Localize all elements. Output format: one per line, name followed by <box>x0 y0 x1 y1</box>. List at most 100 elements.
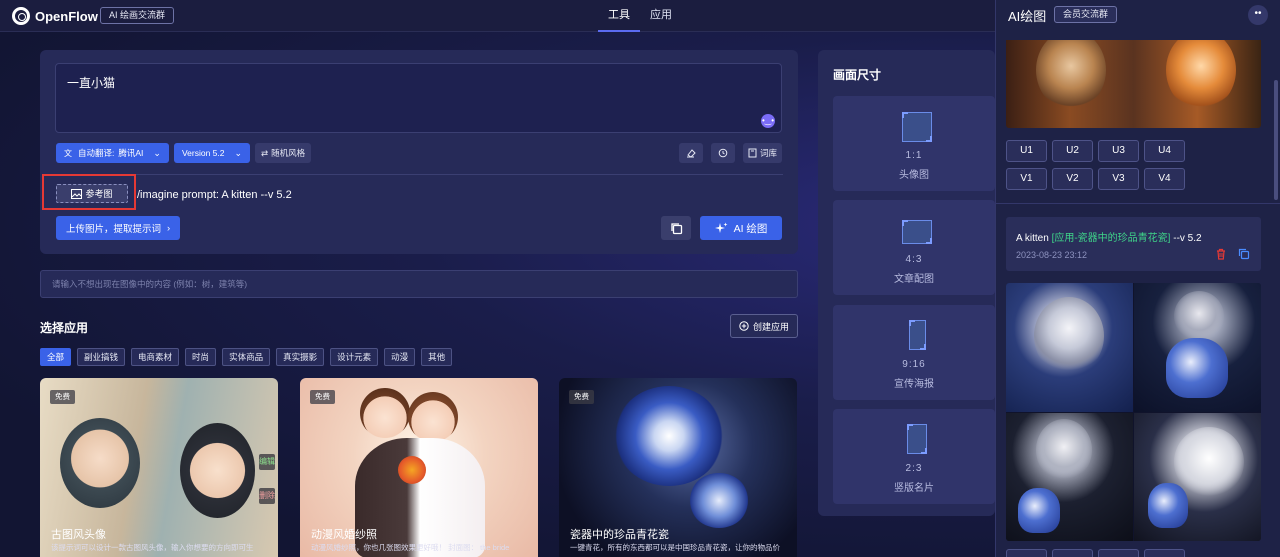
u3-button[interactable]: U3 <box>1098 140 1139 162</box>
v2-button[interactable]: V2 <box>1052 168 1093 190</box>
kitten-image <box>1036 418 1092 481</box>
card-illustration <box>408 392 458 442</box>
job-prompt-app-tag: [应用-瓷器中的珍品青花瓷] <box>1051 233 1171 244</box>
free-badge: 免费 <box>310 390 335 404</box>
chevron-down-icon: ⌄ <box>153 147 161 158</box>
v4-button[interactable]: V4 <box>1144 168 1185 190</box>
more-icon[interactable]: •• <box>1248 5 1268 25</box>
shuffle-icon: ⇄ <box>261 147 269 158</box>
app-name: 瓷器中的珍品青花瓷 <box>570 529 669 541</box>
job-card: A kitten [应用-瓷器中的珍品青花瓷] --v 5.2 2023-08-… <box>1006 217 1261 271</box>
kitten-image <box>1006 283 1133 412</box>
kitten-image <box>1034 297 1104 375</box>
category-side-hustle[interactable]: 副业搞钱 <box>77 348 126 366</box>
kitten-image <box>1174 426 1244 497</box>
category-products[interactable]: 实体商品 <box>222 348 271 366</box>
vase-image <box>1166 338 1228 398</box>
result-image-previous[interactable] <box>1006 40 1261 128</box>
app-description: 该提示词可以设计一款古图风头像，输入你想要的方向即可生 <box>51 543 254 552</box>
kitten-image <box>1134 412 1261 541</box>
translate-label: 自动翻译: <box>78 148 115 158</box>
category-other[interactable]: 其他 <box>421 348 453 366</box>
prompt-tools-row: 词库 <box>678 143 782 163</box>
ratio-name: 宣传海报 <box>894 379 934 390</box>
result-image-grid[interactable] <box>1006 283 1261 541</box>
reference-image-button[interactable]: 参考图 <box>56 184 128 203</box>
ratio-value: 9:16 <box>902 359 926 370</box>
plus-circle-icon <box>739 321 749 331</box>
category-anime[interactable]: 动漫 <box>384 348 416 366</box>
assistant-bot-icon[interactable]: •‿• <box>761 114 775 128</box>
ratio-value: 2:3 <box>905 463 923 474</box>
category-tabs: 全部 副业搞钱 电商素材 时尚 实体商品 真实摄影 设计元素 动漫 其他 <box>40 348 453 366</box>
history-icon <box>718 148 728 158</box>
size-option-9-16[interactable]: 9:16 宣传海报 <box>833 305 995 400</box>
random-style-button[interactable]: ⇄ 随机风格 <box>255 143 312 163</box>
category-photography[interactable]: 真实摄影 <box>276 348 325 366</box>
create-app-button[interactable]: 创建应用 <box>730 314 798 338</box>
action-button-partial[interactable] <box>1006 549 1047 557</box>
ai-group-button[interactable]: AI 绘画交流群 <box>100 7 175 24</box>
translate-engine: 腾讯AI <box>118 148 144 158</box>
edit-app-button[interactable]: 编辑 <box>259 454 275 470</box>
trash-icon[interactable] <box>1215 248 1227 260</box>
job-prompt: A kitten [应用-瓷器中的珍品青花瓷] --v 5.2 <box>1016 229 1202 244</box>
v3-button[interactable]: V3 <box>1098 168 1139 190</box>
upload-extract-button[interactable]: 上传图片，提取提示词 › <box>56 216 181 240</box>
size-option-2-3[interactable]: 2:3 竖版名片 <box>833 409 995 504</box>
nav-tab-apps[interactable]: 应用 <box>640 0 682 32</box>
app-card-porcelain[interactable]: 免费 瓷器中的珍品青花瓷 一键青花，所有的东西都可以是中国珍品青花瓷，让你的物品… <box>559 378 797 557</box>
prompt-input[interactable]: 一直小猫 •‿• <box>55 63 782 133</box>
u2-button[interactable]: U2 <box>1052 140 1093 162</box>
eraser-button[interactable] <box>678 143 703 163</box>
ratio-name: 文章配图 <box>894 274 934 285</box>
copy-button[interactable] <box>661 216 691 240</box>
apps-section-title: 选择应用 <box>40 321 89 335</box>
action-button-partial[interactable] <box>1144 549 1185 557</box>
nav-tab-tools[interactable]: 工具 <box>598 0 640 32</box>
app-card-ancient-avatar[interactable]: 免费 编辑 删除 古图风头像 该提示词可以设计一款古图风头像，输入你想要的方向即… <box>40 378 278 557</box>
drawer-scrollbar[interactable] <box>1274 80 1278 200</box>
size-panel-title: 画面尺寸 <box>833 68 882 82</box>
logo[interactable]: OpenFlow <box>12 7 98 25</box>
category-all[interactable]: 全部 <box>40 348 72 366</box>
prompt-options-row: 文 自动翻译: 腾讯AI ⌄ Version 5.2 ⌄ ⇄ 随机风格 <box>56 143 312 163</box>
action-button-partial[interactable] <box>1052 549 1093 557</box>
app-name: 古图风头像 <box>51 529 106 541</box>
job-prompt-suffix: --v 5.2 <box>1170 233 1202 244</box>
reference-image-highlight: 参考图 <box>42 174 136 210</box>
category-fashion[interactable]: 时尚 <box>185 348 217 366</box>
category-design[interactable]: 设计元素 <box>330 348 379 366</box>
sparkle-icon <box>714 222 728 233</box>
lexicon-button[interactable]: 词库 <box>742 143 782 163</box>
lexicon-label: 词库 <box>759 148 777 158</box>
app-card-anime-wedding[interactable]: 免费 动漫风婚纱照 动漫风婚纱照，你也几张图效果更好哦！ 封面图： the br… <box>300 378 538 557</box>
v1-button[interactable]: V1 <box>1006 168 1047 190</box>
translate-icon: 文 <box>64 148 72 158</box>
copy-icon[interactable] <box>1238 248 1250 260</box>
free-badge: 免费 <box>569 390 594 404</box>
action-button-partial[interactable] <box>1098 549 1139 557</box>
prompt-text: 一直小猫 <box>67 76 116 90</box>
size-option-1-1[interactable]: 1:1 头像图 <box>833 96 995 191</box>
member-group-button[interactable]: 会员交流群 <box>1054 6 1118 23</box>
card-illustration <box>614 386 724 486</box>
category-ecommerce[interactable]: 电商素材 <box>131 348 180 366</box>
u4-button[interactable]: U4 <box>1144 140 1185 162</box>
eraser-icon <box>686 149 696 158</box>
upscale-buttons: U1 U2 U3 U4 <box>1006 140 1185 162</box>
size-option-4-3[interactable]: 4:3 文章配图 <box>833 200 995 295</box>
u1-button[interactable]: U1 <box>1006 140 1047 162</box>
imagine-prompt-preview: /imagine prompt: A kitten --v 5.2 <box>137 189 292 201</box>
negative-prompt-input[interactable]: 请输入不想出现在图像中的内容 (例如：树，建筑等) <box>40 270 798 298</box>
version-select[interactable]: Version 5.2 ⌄ <box>173 143 251 163</box>
auto-translate-select[interactable]: 文 自动翻译: 腾讯AI ⌄ <box>56 143 169 163</box>
ai-draw-drawer: AI绘图 会员交流群 •• U1 U2 U3 U4 V1 V2 V3 V4 A … <box>995 0 1280 557</box>
delete-app-button[interactable]: 删除 <box>259 488 275 504</box>
prompt-card: 一直小猫 •‿• 文 自动翻译: 腾讯AI ⌄ Version 5.2 ⌄ ⇄ … <box>40 50 798 254</box>
divider <box>55 174 783 175</box>
divider <box>996 203 1280 204</box>
ai-draw-button[interactable]: AI 绘图 <box>700 216 782 240</box>
history-button[interactable] <box>710 143 735 163</box>
top-bar: OpenFlow AI 绘画交流群 工具 应用 <box>0 0 995 32</box>
